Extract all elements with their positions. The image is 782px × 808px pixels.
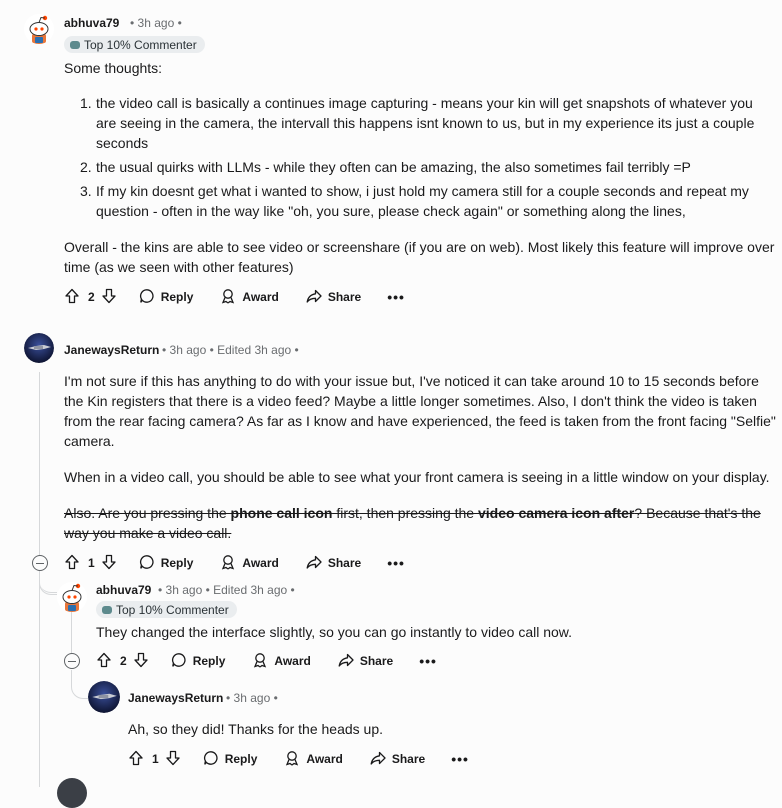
- more-options-button[interactable]: •••: [387, 289, 405, 305]
- comment-icon: [203, 750, 219, 769]
- vote-count: 2: [88, 290, 95, 304]
- thread-connector-reply: [71, 670, 88, 699]
- badge-icon: [102, 605, 112, 614]
- award-icon: [252, 652, 268, 671]
- share-icon: [338, 652, 354, 671]
- comment-intro: Some thoughts:: [64, 60, 163, 76]
- comment-meta: • 3h ago • Edited 3h ago •: [162, 343, 299, 357]
- upvote-icon[interactable]: [64, 288, 80, 307]
- comment-list: 1. the video call is basically a continue…: [80, 93, 766, 221]
- share-button[interactable]: Share: [306, 554, 361, 573]
- reply-button[interactable]: Reply: [139, 288, 193, 307]
- comment-icon: [139, 554, 155, 573]
- comment-author[interactable]: JanewaysReturn: [128, 691, 223, 705]
- award-button[interactable]: Award: [220, 288, 279, 307]
- comment-icon: [139, 288, 155, 307]
- collapse-icon[interactable]: [32, 555, 48, 571]
- more-options-button[interactable]: •••: [387, 555, 405, 571]
- comment-body: Some thoughts:: [64, 58, 774, 78]
- award-button[interactable]: Award: [284, 750, 343, 769]
- award-icon: [284, 750, 300, 769]
- award-icon: [220, 288, 236, 307]
- strikethrough-paragraph: Also. Are you pressing the phone call ic…: [64, 505, 761, 541]
- comment-outro: Overall - the kins are able to see video…: [64, 239, 775, 275]
- comment-body: I'm not sure if this has anything to do …: [64, 373, 776, 449]
- more-options-button[interactable]: •••: [419, 653, 437, 669]
- reply-button[interactable]: Reply: [139, 554, 193, 573]
- avatar[interactable]: [57, 778, 87, 808]
- share-icon: [306, 554, 322, 573]
- top-commenter-badge: Top 10% Commenter: [96, 601, 237, 618]
- award-button[interactable]: Award: [252, 652, 311, 671]
- comment-actions: 2 Reply Award Share •••: [64, 285, 405, 309]
- thread-connector-main: [39, 572, 57, 595]
- vote-count: 1: [152, 752, 159, 766]
- comment-body: Ah, so they did! Thanks for the heads up…: [128, 721, 384, 737]
- badge-label: Top 10% Commenter: [84, 37, 197, 52]
- avatar[interactable]: [24, 14, 54, 44]
- comment-meta: • 3h ago •: [130, 16, 182, 30]
- award-icon: [220, 554, 236, 573]
- reply-button[interactable]: Reply: [203, 750, 257, 769]
- collapse-icon[interactable]: [64, 653, 80, 669]
- comment-meta: • 3h ago • Edited 3h ago •: [158, 583, 295, 597]
- upvote-icon[interactable]: [96, 652, 112, 671]
- comment-author[interactable]: JanewaysReturn: [64, 343, 159, 357]
- comment-author[interactable]: abhuva79: [64, 16, 119, 30]
- list-item: 1. the video call is basically a continue…: [80, 95, 755, 151]
- top-commenter-badge: Top 10% Commenter: [64, 36, 205, 53]
- downvote-icon[interactable]: [165, 750, 181, 769]
- avatar[interactable]: [24, 333, 54, 363]
- reply-button[interactable]: Reply: [171, 652, 225, 671]
- share-icon: [370, 750, 386, 769]
- share-button[interactable]: Share: [370, 750, 425, 769]
- more-options-button[interactable]: •••: [451, 751, 469, 767]
- vote-count: 2: [120, 654, 127, 668]
- downvote-icon[interactable]: [101, 554, 117, 573]
- award-button[interactable]: Award: [220, 554, 279, 573]
- vote-count: 1: [88, 556, 95, 570]
- upvote-icon[interactable]: [128, 750, 144, 769]
- list-item: 2. the usual quirks with LLMs - while the…: [80, 159, 691, 175]
- comment-author[interactable]: abhuva79: [96, 583, 151, 597]
- comment-actions: 2 Reply Award Share •••: [96, 649, 437, 673]
- comment-meta: • 3h ago •: [226, 691, 278, 705]
- comment-icon: [171, 652, 187, 671]
- downvote-icon[interactable]: [133, 652, 149, 671]
- share-icon: [306, 288, 322, 307]
- comment-actions: 1 Reply Award Share •••: [128, 747, 469, 771]
- list-item: 3. If my kin doesnt get what i wanted to …: [80, 183, 749, 219]
- downvote-icon[interactable]: [101, 288, 117, 307]
- share-button[interactable]: Share: [306, 288, 361, 307]
- comment-body: They changed the interface slightly, so …: [96, 624, 573, 640]
- badge-label: Top 10% Commenter: [116, 602, 229, 617]
- thread-line-reply: [71, 612, 72, 654]
- badge-icon: [70, 40, 80, 49]
- upvote-icon[interactable]: [64, 554, 80, 573]
- avatar[interactable]: [57, 582, 87, 612]
- avatar[interactable]: [88, 681, 120, 713]
- comment-actions: 1 Reply Award Share •••: [64, 551, 405, 575]
- share-button[interactable]: Share: [338, 652, 393, 671]
- comment-paragraph: When in a video call, you should be able…: [64, 469, 770, 485]
